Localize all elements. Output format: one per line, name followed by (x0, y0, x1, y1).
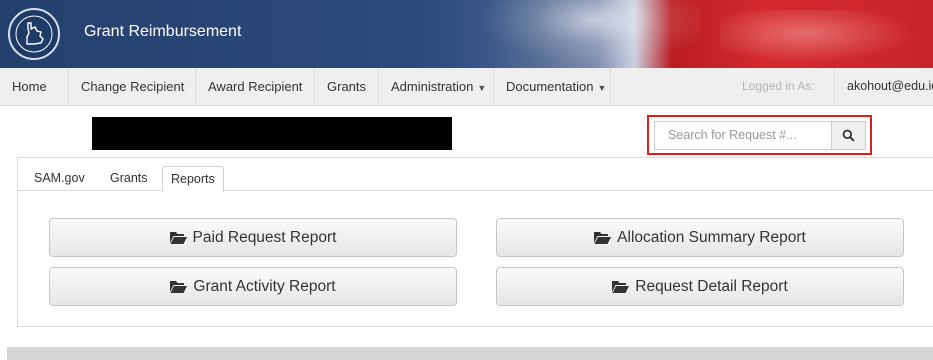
caret-down-icon: ▼ (597, 83, 607, 93)
folder-open-icon (594, 232, 612, 244)
caret-down-icon: ▼ (477, 83, 487, 93)
nav-item-award-recipient[interactable]: Award Recipient (196, 68, 315, 105)
nav-item-home[interactable]: Home (0, 68, 69, 105)
report-label: Allocation Summary Report (617, 228, 806, 246)
state-outline-icon (15, 15, 53, 53)
folder-open-icon (170, 281, 188, 293)
search-input[interactable]: Search for Request #... (654, 121, 832, 150)
redacted-recipient-name (92, 117, 452, 150)
nav-item-administration[interactable]: Administration ▼ (379, 68, 494, 105)
footer-bar (7, 347, 933, 360)
department-logo[interactable] (8, 8, 60, 60)
app-title[interactable]: Grant Reimbursement (84, 23, 241, 41)
tab-sam-gov[interactable]: SAM.gov (26, 166, 93, 191)
logged-in-label: Logged in As: (742, 79, 815, 93)
request-detail-report-button[interactable]: Request Detail Report (496, 267, 904, 306)
app-header: Grant Reimbursement (0, 0, 933, 68)
folder-open-icon (612, 281, 630, 293)
nav-item-change-recipient[interactable]: Change Recipient (69, 68, 196, 105)
tab-reports[interactable]: Reports (162, 166, 224, 192)
paid-request-report-button[interactable]: Paid Request Report (49, 218, 457, 257)
grant-activity-report-button[interactable]: Grant Activity Report (49, 267, 457, 306)
report-label: Request Detail Report (635, 277, 788, 295)
logged-in-user[interactable]: akohout@edu.id (834, 68, 933, 105)
header-mountain-image-right (720, 10, 933, 68)
allocation-summary-report-button[interactable]: Allocation Summary Report (496, 218, 904, 257)
main-nav: Home Change Recipient Award Recipient Gr… (0, 68, 933, 106)
header-mountain-image (470, 0, 700, 68)
search-button[interactable] (831, 121, 866, 150)
report-label: Paid Request Report (192, 228, 337, 246)
folder-open-icon (169, 232, 187, 244)
report-label: Grant Activity Report (193, 277, 336, 295)
tab-grants[interactable]: Grants (102, 166, 156, 191)
search-icon (842, 129, 855, 142)
nav-item-documentation[interactable]: Documentation ▼ (494, 68, 611, 105)
nav-item-grants[interactable]: Grants (315, 68, 379, 105)
